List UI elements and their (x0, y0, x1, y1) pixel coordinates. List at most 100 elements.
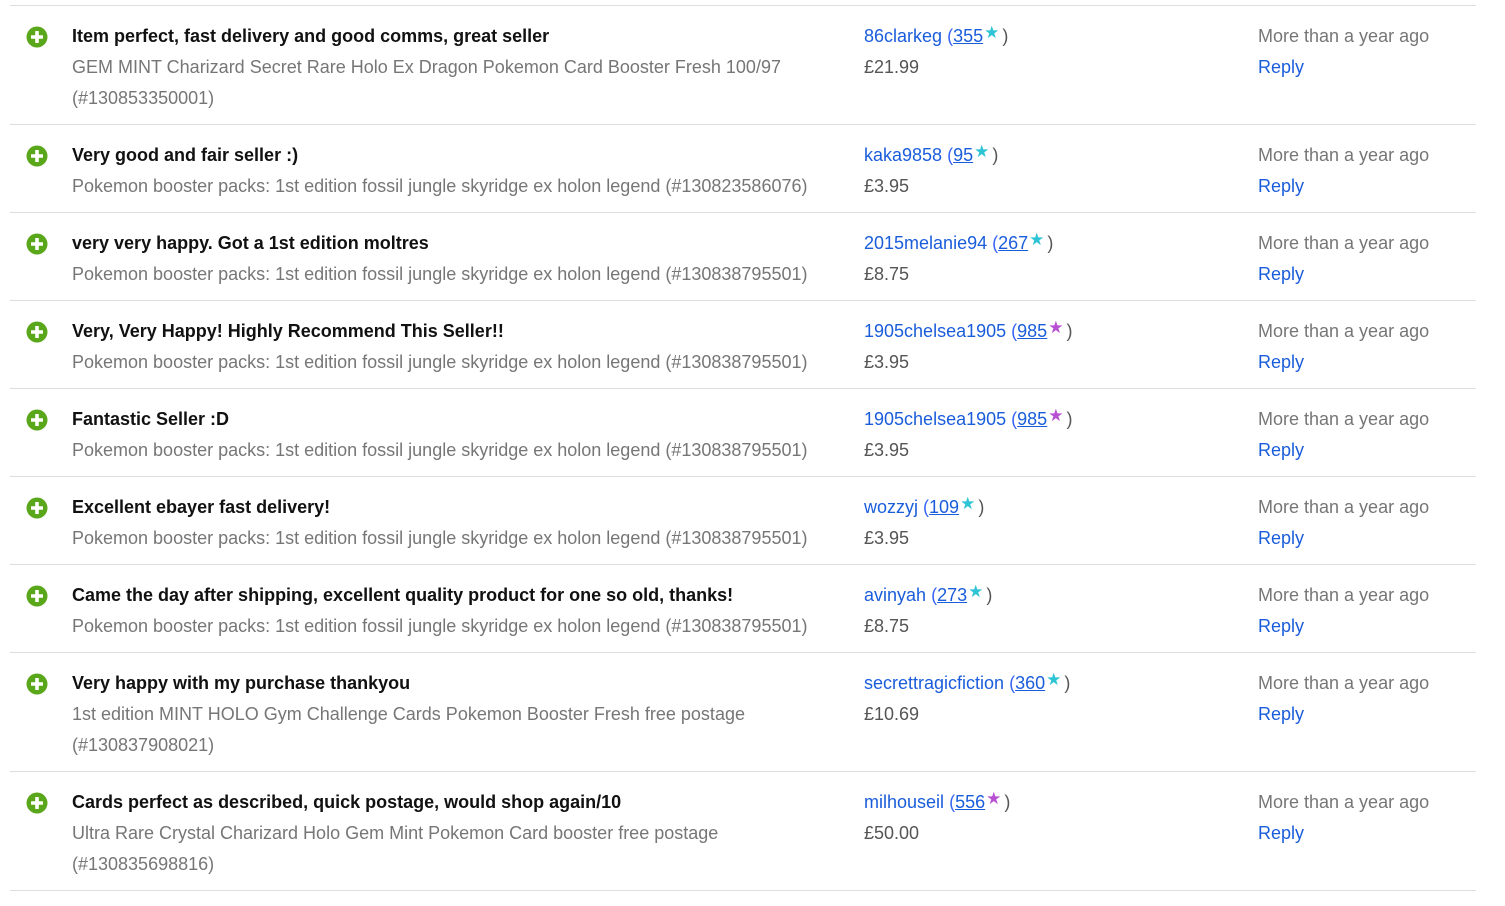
buyer-cell: 86clarkeg (355★) £21.99 (864, 23, 1244, 83)
feedback-time: More than a year ago (1258, 409, 1430, 429)
feedback-row: Came the day after shipping, excellent q… (10, 565, 1476, 653)
positive-feedback-icon (26, 673, 48, 695)
feedback-score-link[interactable]: 95 (953, 145, 973, 165)
feedback-score-link[interactable]: 109 (929, 497, 959, 517)
reply-link[interactable]: Reply (1258, 699, 1468, 730)
buyer-username-link[interactable]: 1905chelsea1905 (864, 409, 1006, 429)
buyer-info: 1905chelsea1905 (985★) (864, 316, 1244, 347)
reply-link[interactable]: Reply (1258, 523, 1468, 554)
time-cell: More than a year ago Reply (1258, 789, 1468, 849)
buyer-username-link[interactable]: milhouseil (864, 792, 944, 812)
feedback-row: very very happy. Got a 1st edition moltr… (10, 213, 1476, 301)
item-title: Ultra Rare Crystal Charizard Holo Gem Mi… (72, 823, 719, 874)
time-cell: More than a year ago Reply (1258, 23, 1468, 83)
item-price: £10.69 (864, 704, 920, 724)
comment-cell: Item perfect, fast delivery and good com… (72, 23, 857, 114)
score-close-paren: ) (1066, 321, 1073, 341)
item-title: Pokemon booster packs: 1st edition fossi… (72, 176, 808, 196)
feedback-row: Very happy with my purchase thankyou 1st… (10, 653, 1476, 772)
buyer-info: 1905chelsea1905 (985★) (864, 404, 1244, 435)
buyer-cell: secrettragicfiction (360★) £10.69 (864, 670, 1244, 730)
score-close-paren: ) (1047, 233, 1054, 253)
reply-link[interactable]: Reply (1258, 435, 1468, 466)
star-icon: ★ (1046, 670, 1062, 689)
item-price: £3.95 (864, 352, 910, 372)
reply-link[interactable]: Reply (1258, 611, 1468, 642)
positive-feedback-icon (26, 497, 48, 519)
feedback-time: More than a year ago (1258, 233, 1430, 253)
item-title: Pokemon booster packs: 1st edition fossi… (72, 528, 808, 548)
feedback-time: More than a year ago (1258, 585, 1430, 605)
buyer-username-link[interactable]: 2015melanie94 (864, 233, 987, 253)
reply-link[interactable]: Reply (1258, 347, 1468, 378)
feedback-row: Excellent ebayer fast delivery! Pokemon … (10, 477, 1476, 565)
feedback-score-link[interactable]: 360 (1015, 673, 1045, 693)
feedback-score-link[interactable]: 267 (998, 233, 1028, 253)
feedback-row: Very good and fair seller :) Pokemon boo… (10, 125, 1476, 213)
buyer-username-link[interactable]: 1905chelsea1905 (864, 321, 1006, 341)
buyer-username-link[interactable]: wozzyj (864, 497, 918, 517)
feedback-row: Fantastic Seller :D Pokemon booster pack… (10, 389, 1476, 477)
positive-feedback-icon (26, 409, 48, 431)
feedback-score-link[interactable]: 556 (955, 792, 985, 812)
buyer-username-link[interactable]: 86clarkeg (864, 26, 942, 46)
time-cell: More than a year ago Reply (1258, 494, 1468, 554)
positive-feedback-icon (26, 321, 48, 343)
comment-cell: Came the day after shipping, excellent q… (72, 582, 857, 642)
star-icon: ★ (986, 789, 1002, 808)
feedback-row: Very, Very Happy! Highly Recommend This … (10, 301, 1476, 389)
buyer-cell: milhouseil (556★) £50.00 (864, 789, 1244, 849)
reply-link[interactable]: Reply (1258, 818, 1468, 849)
buyer-info: wozzyj (109★) (864, 492, 1244, 523)
feedback-time: More than a year ago (1258, 145, 1430, 165)
buyer-info: avinyah (273★) (864, 580, 1244, 611)
time-cell: More than a year ago Reply (1258, 582, 1468, 642)
comment-cell: Fantastic Seller :D Pokemon booster pack… (72, 406, 857, 466)
feedback-comment: Very happy with my purchase thankyou (72, 673, 411, 693)
item-price: £3.95 (864, 176, 910, 196)
buyer-info: 2015melanie94 (267★) (864, 228, 1244, 259)
item-title: Pokemon booster packs: 1st edition fossi… (72, 352, 808, 372)
feedback-score-link[interactable]: 273 (937, 585, 967, 605)
feedback-comment: Very, Very Happy! Highly Recommend This … (72, 321, 504, 341)
feedback-time: More than a year ago (1258, 26, 1430, 46)
feedback-row: Item perfect, fast delivery and good com… (10, 6, 1476, 125)
buyer-username-link[interactable]: secrettragicfiction (864, 673, 1004, 693)
feedback-comment: Item perfect, fast delivery and good com… (72, 26, 550, 46)
feedback-list: Item perfect, fast delivery and good com… (10, 5, 1476, 891)
positive-feedback-icon (26, 26, 48, 48)
item-price: £3.95 (864, 440, 910, 460)
feedback-time: More than a year ago (1258, 792, 1430, 812)
reply-link[interactable]: Reply (1258, 171, 1468, 202)
feedback-comment: Cards perfect as described, quick postag… (72, 792, 622, 812)
score-close-paren: ) (986, 585, 993, 605)
comment-cell: Very, Very Happy! Highly Recommend This … (72, 318, 857, 378)
item-title: GEM MINT Charizard Secret Rare Holo Ex D… (72, 57, 781, 108)
reply-link[interactable]: Reply (1258, 52, 1468, 83)
buyer-cell: 1905chelsea1905 (985★) £3.95 (864, 406, 1244, 466)
score-close-paren: ) (992, 145, 999, 165)
reply-link[interactable]: Reply (1258, 259, 1468, 290)
buyer-cell: avinyah (273★) £8.75 (864, 582, 1244, 642)
time-cell: More than a year ago Reply (1258, 670, 1468, 730)
comment-cell: Cards perfect as described, quick postag… (72, 789, 857, 880)
feedback-score-link[interactable]: 355 (953, 26, 983, 46)
feedback-score-link[interactable]: 985 (1017, 409, 1047, 429)
item-price: £3.95 (864, 528, 910, 548)
item-price: £50.00 (864, 823, 920, 843)
score-close-paren: ) (1064, 673, 1071, 693)
feedback-row: Cards perfect as described, quick postag… (10, 772, 1476, 891)
feedback-time: More than a year ago (1258, 673, 1430, 693)
feedback-comment: very very happy. Got a 1st edition moltr… (72, 233, 429, 253)
feedback-score-link[interactable]: 985 (1017, 321, 1047, 341)
buyer-info: milhouseil (556★) (864, 787, 1244, 818)
buyer-username-link[interactable]: kaka9858 (864, 145, 942, 165)
buyer-cell: 1905chelsea1905 (985★) £3.95 (864, 318, 1244, 378)
time-cell: More than a year ago Reply (1258, 406, 1468, 466)
score-close-paren: ) (1002, 26, 1009, 46)
buyer-username-link[interactable]: avinyah (864, 585, 926, 605)
star-icon: ★ (1029, 230, 1045, 249)
time-cell: More than a year ago Reply (1258, 230, 1468, 290)
time-cell: More than a year ago Reply (1258, 142, 1468, 202)
positive-feedback-icon (26, 585, 48, 607)
